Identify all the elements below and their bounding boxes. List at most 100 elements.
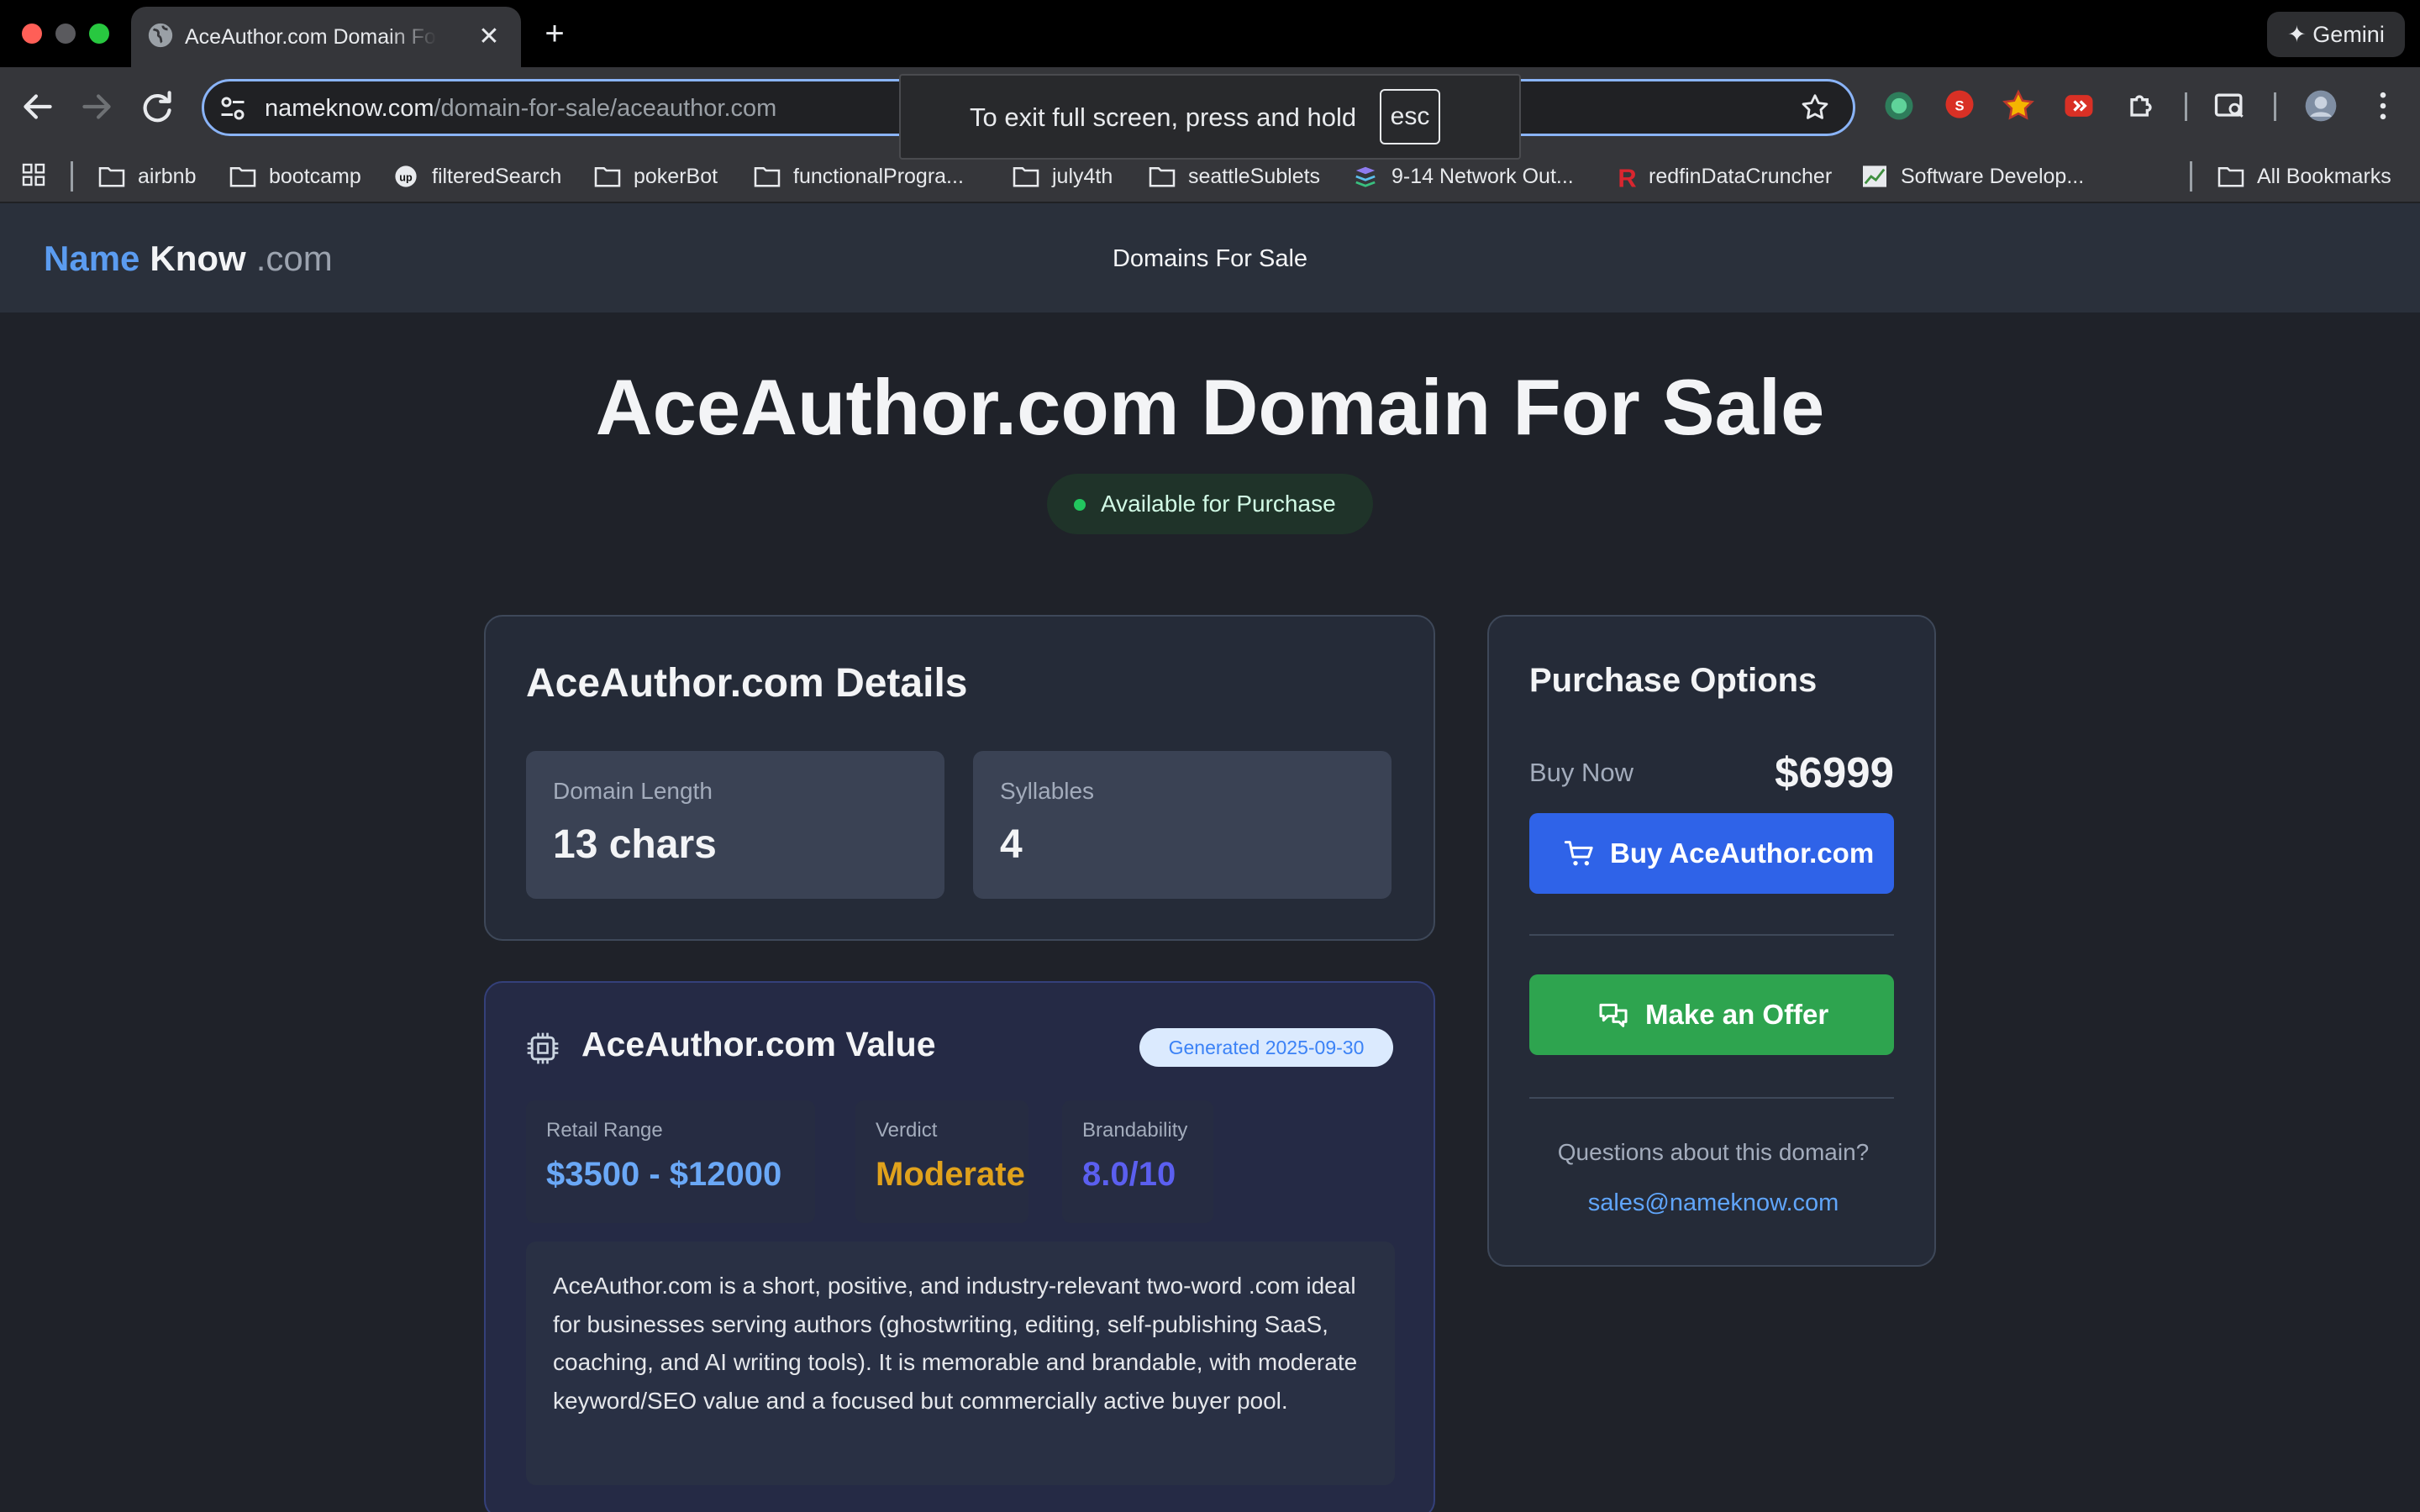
brandability-box: Brandability 8.0/10: [1062, 1100, 1213, 1223]
folder-icon: [2217, 166, 2244, 187]
chat-bubbles-icon: [1599, 1003, 1628, 1027]
valuation-card: AceAuthor.com Value Generated 2025-09-30…: [484, 981, 1435, 1512]
retail-range-box: Retail Range $3500 - $12000: [526, 1100, 815, 1223]
toolbar-divider: [2185, 92, 2187, 121]
valuation-description: AceAuthor.com is a short, positive, and …: [553, 1273, 1358, 1414]
bookmark-filteredsearch[interactable]: up filteredSearch: [392, 160, 576, 193]
bookmark-label: airbnb: [138, 165, 197, 188]
logo-tld: .com: [255, 239, 333, 278]
star-extension-icon[interactable]: [2000, 87, 2037, 124]
extensions-puzzle-icon[interactable]: [2123, 87, 2160, 124]
close-tab-icon[interactable]: ✕: [472, 20, 506, 54]
close-window-button[interactable]: [22, 24, 42, 44]
browser-menu-icon[interactable]: [2365, 87, 2402, 124]
fullscreen-exit-notice: To exit full screen, press and hold esc: [899, 74, 1521, 160]
site-logo[interactable]: Name Know .com: [44, 237, 333, 281]
tab-title: AceAuthor.com Domain For Sale: [185, 25, 437, 49]
site-settings-icon[interactable]: [218, 93, 248, 123]
bookmark-star-icon[interactable]: [1799, 92, 1831, 123]
fullscreen-window-button[interactable]: [89, 24, 109, 44]
folder-icon: [1013, 166, 1039, 187]
bookmark-label: Software Develop...: [1901, 165, 2085, 188]
minimize-window-button[interactable]: [55, 24, 76, 44]
video-speed-extension-icon[interactable]: [2060, 87, 2097, 124]
bookmark-label: july4th: [1052, 165, 1113, 188]
tab-active[interactable]: AceAuthor.com Domain For Sale ✕: [131, 7, 521, 67]
url-text[interactable]: nameknow.com/domain-for-sale/aceauthor.c…: [265, 93, 776, 123]
retail-range-label: Retail Range: [546, 1119, 663, 1142]
bookmark-label: functionalProgra...: [793, 165, 964, 188]
bookmark-label: pokerBot: [634, 165, 718, 188]
new-tab-button[interactable]: +: [534, 12, 575, 55]
globe-icon: [148, 23, 173, 48]
details-heading: AceAuthor.com Details: [526, 661, 968, 706]
folder-icon: [229, 166, 256, 187]
esc-key-hint: esc: [1380, 89, 1440, 144]
status-badge: Available for Purchase: [1047, 474, 1373, 534]
divider: [1529, 934, 1894, 936]
bookmark-network-out[interactable]: 9-14 Network Out...: [1351, 160, 1586, 193]
bookmarks-divider: [2190, 161, 2192, 192]
gemini-label: Gemini: [2312, 22, 2385, 47]
url-path: /domain-for-sale/aceauthor.com: [434, 95, 777, 122]
cpu-chip-icon: [527, 1032, 559, 1064]
bookmark-seattlesublets[interactable]: seattleSublets: [1148, 160, 1333, 193]
sales-email-link[interactable]: sales@nameknow.com: [1489, 1189, 1938, 1217]
cart-icon: [1564, 841, 1593, 866]
reload-icon[interactable]: [136, 86, 178, 128]
tab-strip: AceAuthor.com Domain For Sale ✕ + ✦ Gemi…: [0, 0, 2420, 67]
folder-icon: [594, 166, 621, 187]
svg-text:R: R: [1618, 165, 1636, 188]
logo-know: Know: [150, 239, 246, 278]
generated-date-badge: Generated 2025-09-30: [1139, 1028, 1393, 1067]
valuation-description-box: AceAuthor.com is a short, positive, and …: [526, 1242, 1395, 1485]
make-offer-label: Make an Offer: [1645, 999, 1829, 1030]
bookmark-july4th[interactable]: july4th: [1012, 160, 1146, 193]
tab-search-icon[interactable]: [2212, 87, 2249, 124]
make-offer-button[interactable]: Make an Offer: [1529, 974, 1894, 1055]
seo-extension-icon[interactable]: S: [1941, 87, 1978, 124]
verdict-label: Verdict: [876, 1119, 938, 1142]
extension-globe-icon[interactable]: [1881, 87, 1918, 124]
apps-grid-icon[interactable]: [20, 161, 47, 188]
bookmark-redfindatacruncher[interactable]: R redfinDataCruncher: [1608, 160, 1852, 193]
all-bookmarks-button[interactable]: All Bookmarks: [2217, 160, 2410, 193]
bookmark-bootcamp[interactable]: bootcamp: [229, 160, 371, 193]
bookmark-software-develop[interactable]: Software Develop...: [1860, 160, 2104, 193]
folder-icon: [754, 166, 781, 187]
buy-domain-button[interactable]: Buy AceAuthor.com: [1529, 813, 1894, 894]
svg-text:up: up: [399, 172, 413, 184]
buy-now-label: Buy Now: [1529, 758, 1634, 787]
buy-now-price: $6999: [1775, 748, 1894, 796]
bookmark-label: 9-14 Network Out...: [1392, 165, 1574, 188]
syllables-value: 4: [1000, 822, 1023, 867]
layers-icon: [1355, 166, 1376, 187]
status-text: Available for Purchase: [1101, 491, 1336, 517]
domain-length-stat: Domain Length 13 chars: [526, 751, 944, 899]
retail-range-value: $3500 - $12000: [546, 1156, 782, 1193]
bookmarks-divider: [71, 161, 73, 192]
bookmark-airbnb[interactable]: airbnb: [97, 160, 207, 193]
fullscreen-notice-text: To exit full screen, press and hold: [970, 102, 1357, 132]
bookmark-label: All Bookmarks: [2257, 165, 2391, 188]
forward-arrow-icon[interactable]: [76, 86, 118, 128]
verdict-value: Moderate: [876, 1156, 1025, 1193]
redfin-icon: R: [1618, 165, 1636, 188]
url-host: nameknow.com: [265, 95, 434, 122]
profile-avatar[interactable]: [2302, 87, 2339, 124]
nav-domains-for-sale[interactable]: Domains For Sale: [1076, 242, 1344, 276]
svg-text:S: S: [1954, 99, 1964, 114]
chart-icon: [1863, 165, 1886, 187]
bookmark-functionalprogra[interactable]: functionalProgra...: [753, 160, 988, 193]
page-title: AceAuthor.com Domain For Sale: [595, 363, 1825, 451]
upwork-icon: up: [395, 165, 417, 187]
status-dot-icon: [1074, 499, 1086, 511]
verdict-box: Verdict Moderate: [855, 1100, 1028, 1223]
bookmark-pokerbot[interactable]: pokerBot: [593, 160, 736, 193]
gemini-button[interactable]: ✦ Gemini: [2267, 12, 2405, 57]
syllables-stat: Syllables 4: [973, 751, 1392, 899]
purchase-options-card: Purchase Options Buy Now $6999 Buy AceAu…: [1487, 615, 1936, 1267]
back-arrow-icon[interactable]: [17, 86, 59, 128]
valuation-heading: AceAuthor.com Value: [581, 1025, 936, 1063]
details-card: AceAuthor.com Details Domain Length 13 c…: [484, 615, 1435, 941]
